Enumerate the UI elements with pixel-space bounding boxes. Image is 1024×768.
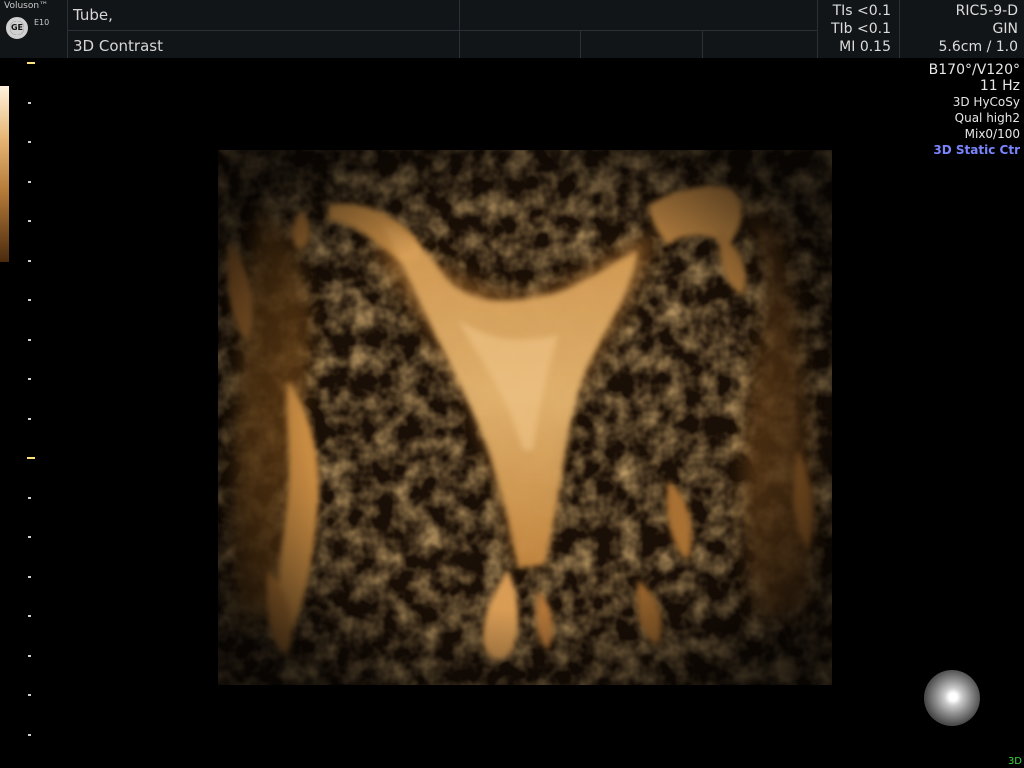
mi-value: MI 0.15 bbox=[839, 39, 891, 55]
ge-logo-icon: GE bbox=[6, 17, 28, 39]
probe-name: RIC5-9-D bbox=[955, 3, 1018, 19]
param-program: 3D HyCoSy bbox=[952, 95, 1020, 109]
depth-tick bbox=[28, 259, 31, 262]
parameter-panel: B170°/V120° 11 Hz 3D HyCoSy Qual high2 M… bbox=[929, 62, 1020, 158]
safety-index-cell: TIs <0.1 TIb <0.1 MI 0.15 bbox=[818, 0, 900, 58]
depth-tick bbox=[28, 141, 31, 143]
mode-indicator: 3D bbox=[1007, 756, 1022, 767]
depth-tick bbox=[28, 615, 31, 617]
depth-tick bbox=[28, 101, 31, 104]
divider bbox=[68, 30, 459, 31]
param-frame-rate: 11 Hz bbox=[979, 78, 1020, 94]
gray-map-bar bbox=[0, 86, 9, 262]
ge-logo-text: GE bbox=[10, 21, 24, 35]
render-image bbox=[218, 150, 832, 685]
depth-tick bbox=[28, 575, 31, 578]
brand-cell: Voluson™ GE E10 bbox=[0, 0, 68, 58]
probe-cell: RIC5-9-D GIN 5.6cm / 1.0 bbox=[900, 0, 1024, 58]
info-cell bbox=[460, 0, 818, 58]
tib-value: TIb <0.1 bbox=[830, 21, 891, 37]
depth-tick-major bbox=[27, 62, 35, 64]
exam-title: Tube, bbox=[73, 6, 113, 24]
tis-value: TIs <0.1 bbox=[832, 3, 891, 19]
depth-tick bbox=[28, 220, 31, 222]
depth-tick bbox=[28, 417, 31, 420]
param-mode: 3D Static Ctr bbox=[933, 143, 1020, 157]
depth-tick bbox=[28, 654, 31, 657]
depth-tick bbox=[28, 299, 31, 301]
param-mix: Mix0/100 bbox=[964, 127, 1020, 141]
param-angle: B170°/V120° bbox=[928, 62, 1020, 78]
depth-tick bbox=[28, 733, 31, 736]
divider bbox=[580, 30, 581, 58]
ultrasound-render-view[interactable] bbox=[218, 150, 832, 685]
depth-tick bbox=[28, 496, 31, 499]
depth-tick bbox=[28, 180, 31, 183]
brand-name: Voluson™ bbox=[4, 1, 49, 11]
divider bbox=[460, 30, 817, 31]
depth-tick bbox=[28, 378, 31, 380]
depth-tick bbox=[28, 694, 31, 696]
exam-cell: Tube, 3D Contrast bbox=[68, 0, 460, 58]
brand-model: E10 bbox=[34, 18, 50, 27]
probe-preset: GIN bbox=[992, 21, 1018, 37]
header-bar: Voluson™ GE E10 Tube, 3D Contrast TIs <0… bbox=[0, 0, 1024, 58]
param-quality: Qual high2 bbox=[954, 111, 1020, 125]
depth-tick bbox=[28, 338, 31, 341]
exam-mode: 3D Contrast bbox=[73, 37, 163, 55]
depth-tick-major bbox=[27, 457, 35, 459]
divider bbox=[702, 30, 703, 58]
depth-tick bbox=[28, 536, 31, 538]
probe-depth: 5.6cm / 1.0 bbox=[938, 39, 1018, 55]
orientation-sphere-icon[interactable] bbox=[924, 670, 980, 726]
